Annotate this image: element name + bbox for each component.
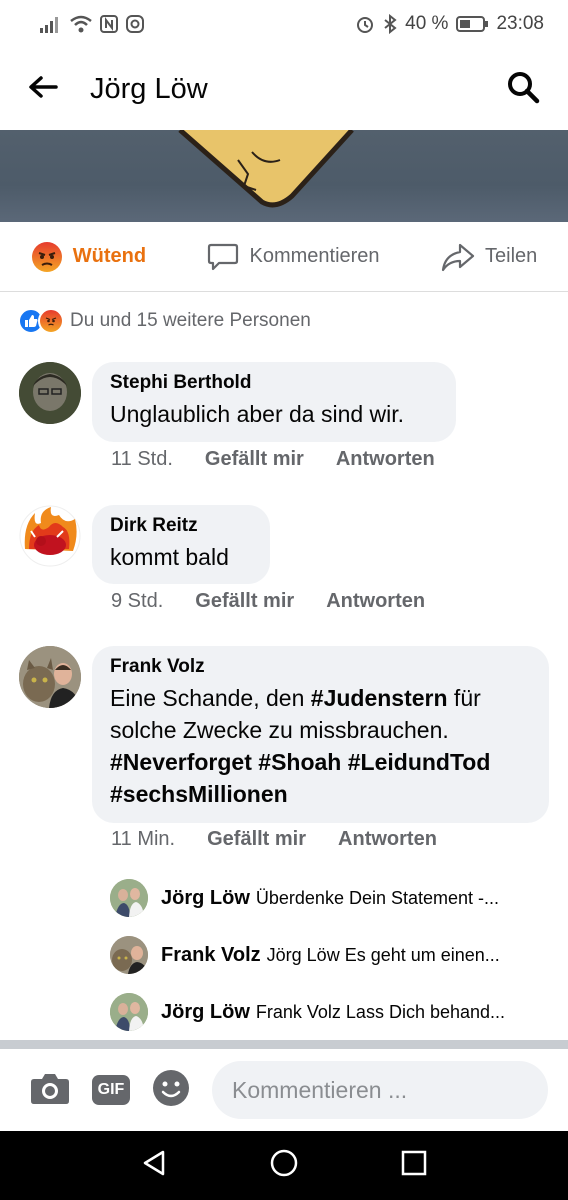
comment-author[interactable]: Frank Volz bbox=[110, 656, 531, 678]
reply-text: Jörg Löw Es geht um einen... bbox=[266, 944, 500, 965]
reply-item[interactable]: Frank Volz Jörg Löw Es geht um einen... bbox=[110, 936, 540, 974]
reply-author[interactable]: Jörg Löw bbox=[161, 887, 250, 909]
page-title: Jörg Löw bbox=[90, 72, 208, 105]
reply-content: Frank Volz Jörg Löw Es geht um einen... bbox=[161, 944, 500, 967]
comment-text: kommt bald bbox=[110, 544, 229, 570]
reactions-summary[interactable]: Du und 15 weitere Personen bbox=[18, 308, 311, 334]
bluetooth-icon bbox=[383, 14, 397, 34]
comment-input[interactable]: Kommentieren ... bbox=[212, 1061, 548, 1119]
comment-meta: 11 Min. Gefällt mir Antworten bbox=[111, 828, 437, 851]
share-button-label: Teilen bbox=[485, 245, 538, 267]
back-arrow-icon[interactable] bbox=[28, 75, 58, 104]
share-button[interactable]: Teilen bbox=[441, 242, 537, 272]
comment-author[interactable]: Stephi Berthold bbox=[110, 372, 438, 394]
signal-icon bbox=[40, 15, 62, 33]
divider bbox=[0, 1040, 568, 1049]
camera-icon[interactable] bbox=[30, 1071, 70, 1110]
avatar[interactable] bbox=[19, 362, 81, 424]
reply-comment-button[interactable]: Antworten bbox=[326, 590, 425, 613]
avatar bbox=[110, 993, 148, 1031]
avatar[interactable] bbox=[19, 505, 81, 567]
nfc-icon bbox=[100, 15, 118, 33]
comment-bubble[interactable]: Stephi Berthold Unglaublich aber da sind… bbox=[92, 362, 456, 442]
comment-bubble[interactable]: Frank Volz Eine Schande, den #Judenstern… bbox=[92, 646, 549, 823]
post-action-bar: Wütend Kommentieren Teilen bbox=[0, 222, 568, 292]
angry-face-icon bbox=[31, 241, 62, 272]
reply-text: Überdenke Dein Statement -... bbox=[255, 887, 500, 908]
reply-item[interactable]: Jörg Löw Frank Volz Lass Dich behand... bbox=[110, 993, 540, 1031]
emoji-icon[interactable] bbox=[152, 1069, 190, 1112]
search-icon[interactable] bbox=[506, 70, 540, 109]
instagram-icon bbox=[126, 15, 144, 33]
comment-button-label: Kommentieren bbox=[249, 245, 380, 267]
angry-reaction-button[interactable]: Wütend bbox=[31, 241, 146, 273]
reply-content: Jörg Löw Frank Volz Lass Dich behand... bbox=[161, 1001, 505, 1024]
comment-time: 11 Min. bbox=[111, 828, 176, 850]
wifi-icon bbox=[70, 15, 92, 33]
comment-meta: 11 Std. Gefällt mir Antworten bbox=[111, 448, 435, 471]
battery-percent: 40 % bbox=[405, 13, 449, 34]
hashtag-link[interactable]: #Neverforget bbox=[110, 749, 252, 775]
yellow-star-badge-image bbox=[178, 130, 354, 208]
avatar bbox=[110, 879, 148, 917]
clock: 23:08 bbox=[496, 13, 544, 34]
comment-button[interactable]: Kommentieren bbox=[207, 242, 380, 272]
post-image[interactable] bbox=[0, 130, 568, 222]
comment-composer: GIF Kommentieren ... bbox=[0, 1049, 568, 1131]
top-bar: Jörg Löw bbox=[0, 48, 568, 130]
battery-icon bbox=[456, 16, 489, 32]
status-bar: 40 % 23:08 bbox=[0, 0, 568, 48]
hashtag-link[interactable]: #sechsMillionen bbox=[110, 781, 288, 807]
home-nav-icon[interactable] bbox=[270, 1149, 298, 1182]
alarm-icon bbox=[355, 14, 375, 34]
reply-author[interactable]: Frank Volz bbox=[161, 944, 261, 966]
comment-time: 11 Std. bbox=[111, 448, 173, 470]
share-arrow-icon bbox=[441, 243, 475, 271]
like-comment-button[interactable]: Gefällt mir bbox=[205, 448, 304, 471]
angry-reaction-label: Wütend bbox=[72, 245, 147, 267]
hashtag-link[interactable]: #LeidundTod bbox=[348, 749, 491, 775]
reply-item[interactable]: Jörg Löw Überdenke Dein Statement -... bbox=[110, 879, 540, 917]
reply-comment-button[interactable]: Antworten bbox=[336, 448, 435, 471]
hashtag-link[interactable]: #Shoah bbox=[258, 749, 341, 775]
comment-time: 9 Std. bbox=[111, 590, 164, 612]
hashtag-link[interactable]: #Judenstern bbox=[311, 685, 448, 711]
comment-meta: 9 Std. Gefällt mir Antworten bbox=[111, 590, 425, 613]
comment-author[interactable]: Dirk Reitz bbox=[110, 515, 252, 537]
reply-comment-button[interactable]: Antworten bbox=[338, 828, 437, 851]
like-comment-button[interactable]: Gefällt mir bbox=[207, 828, 306, 851]
avatar[interactable] bbox=[19, 646, 81, 708]
avatar bbox=[110, 936, 148, 974]
reply-text: Frank Volz Lass Dich behand... bbox=[255, 1001, 506, 1022]
comment-bubble-icon bbox=[208, 243, 239, 270]
like-comment-button[interactable]: Gefällt mir bbox=[195, 590, 294, 613]
comment-text-part: Eine Schande, den bbox=[110, 685, 311, 711]
angry-reaction-icon bbox=[38, 308, 64, 334]
system-nav-bar bbox=[0, 1131, 568, 1200]
comment-text: Unglaublich aber da sind wir. bbox=[110, 401, 405, 427]
back-nav-icon[interactable] bbox=[141, 1149, 167, 1182]
comment-text: Eine Schande, den #Judenstern für solche… bbox=[110, 682, 531, 810]
comment-bubble[interactable]: Dirk Reitz kommt bald bbox=[92, 505, 270, 584]
reply-author[interactable]: Jörg Löw bbox=[161, 1001, 250, 1023]
recents-nav-icon[interactable] bbox=[401, 1150, 427, 1181]
reply-content: Jörg Löw Überdenke Dein Statement -... bbox=[161, 887, 499, 910]
gif-button[interactable]: GIF bbox=[92, 1075, 130, 1105]
reactions-count-text: Du und 15 weitere Personen bbox=[70, 310, 311, 331]
